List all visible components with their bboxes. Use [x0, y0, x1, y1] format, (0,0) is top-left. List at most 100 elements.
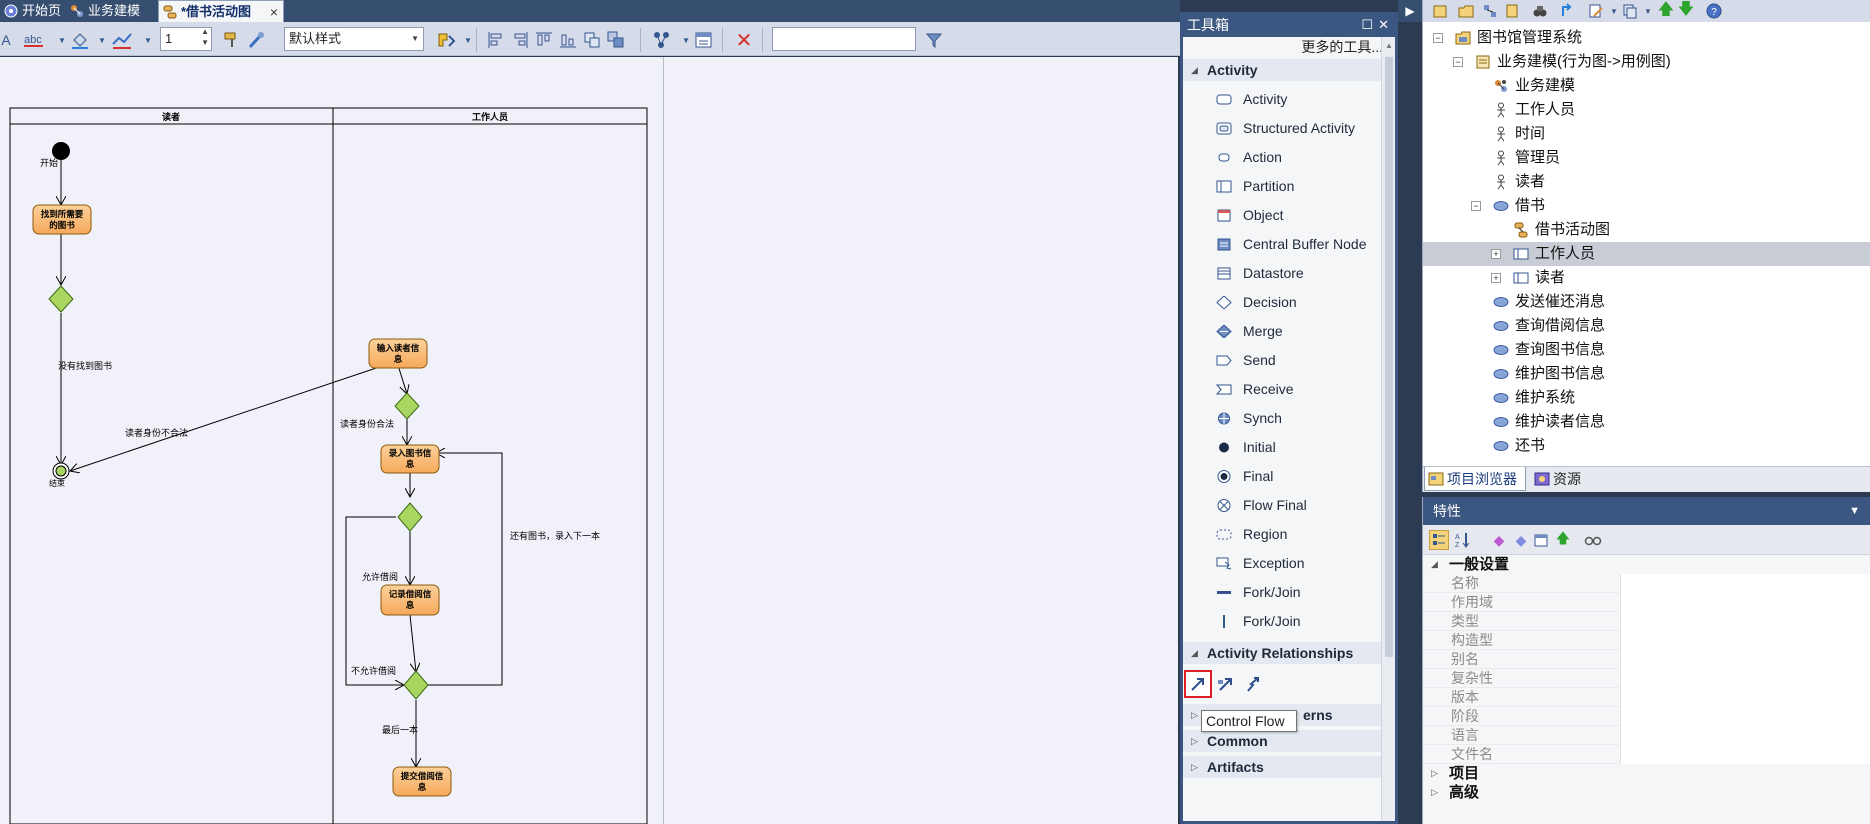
filter-search-input[interactable]: [772, 27, 916, 51]
close-tab-icon[interactable]: ×: [270, 1, 278, 23]
property-row[interactable]: 作用域: [1423, 593, 1870, 612]
toolbox-scrollbar[interactable]: ▲: [1381, 37, 1395, 821]
copy-icon[interactable]: [1621, 2, 1639, 20]
collapse-icon[interactable]: −: [1433, 33, 1443, 43]
tree-node[interactable]: 发送催还消息: [1423, 290, 1870, 314]
dropdown-arrow-icon[interactable]: ▼: [458, 30, 478, 50]
tool-fork-join-vertical[interactable]: Fork/Join: [1183, 607, 1395, 636]
tool-central-buffer[interactable]: Central Buffer Node: [1183, 230, 1395, 259]
dropdown-arrow-icon[interactable]: ▼: [92, 30, 112, 50]
dropdown-arrow-icon[interactable]: ▼: [676, 30, 696, 50]
flow-record-to-merge[interactable]: [409, 614, 416, 672]
tree-node[interactable]: 借书活动图: [1423, 218, 1870, 242]
property-page-icon[interactable]: [1531, 530, 1551, 550]
align-right-icon[interactable]: [510, 30, 530, 50]
bring-to-front-icon[interactable]: [606, 30, 626, 50]
new-diagram-icon[interactable]: [1481, 2, 1499, 20]
collapse-icon[interactable]: −: [1453, 57, 1463, 67]
group-activity-relationships[interactable]: ◢ Activity Relationships: [1183, 642, 1385, 664]
move-up-icon[interactable]: 🡅: [1657, 1, 1675, 20]
group-artifacts[interactable]: ▷ Artifacts: [1183, 756, 1385, 778]
tree-node[interactable]: + 工作人员: [1423, 242, 1870, 266]
decision-found-book[interactable]: [48, 285, 74, 313]
dropdown-arrow-icon[interactable]: ▼: [138, 30, 158, 50]
object-flow-icon[interactable]: [1212, 670, 1240, 698]
property-row[interactable]: 文件名: [1423, 745, 1870, 764]
dropdown-arrow-icon[interactable]: ▼: [52, 30, 72, 50]
categorized-view-icon[interactable]: [1429, 530, 1449, 550]
maximize-icon[interactable]: ☐: [1361, 15, 1373, 35]
tab-business-model[interactable]: 业务建模: [66, 0, 156, 22]
find-icon[interactable]: [1531, 2, 1549, 20]
same-size-icon[interactable]: [582, 30, 602, 50]
align-top-icon[interactable]: [534, 30, 554, 50]
move-up-level-icon[interactable]: [1559, 2, 1577, 20]
tree-node[interactable]: 读者: [1423, 170, 1870, 194]
tree-node[interactable]: 维护图书信息: [1423, 362, 1870, 386]
tool-partition[interactable]: Partition: [1183, 172, 1395, 201]
action-submit-borrow[interactable]: 提交借阅信 息: [392, 766, 452, 797]
more-tools-link[interactable]: 更多的工具...: [1183, 37, 1395, 57]
tab-resources[interactable]: 资源: [1531, 467, 1595, 491]
tool-datastore[interactable]: Datastore: [1183, 259, 1395, 288]
property-row[interactable]: 复杂性: [1423, 669, 1870, 688]
tree-node[interactable]: − 业务建模(行为图->用例图): [1423, 50, 1870, 74]
line-color-icon[interactable]: abc: [22, 30, 50, 50]
interrupt-flow-icon[interactable]: [1240, 670, 1268, 698]
group-common[interactable]: ▷ Common: [1183, 730, 1385, 752]
style-select[interactable]: 默认样式 ▼: [284, 27, 424, 51]
font-color-icon[interactable]: A: [0, 30, 16, 50]
panel-scroll-right-icon[interactable]: ▶: [1398, 0, 1422, 22]
tool-final[interactable]: Final: [1183, 462, 1395, 491]
tool-synch[interactable]: Synch: [1183, 404, 1395, 433]
delete-icon[interactable]: ✕: [734, 30, 754, 52]
property-row[interactable]: 类型: [1423, 612, 1870, 631]
tool-receive[interactable]: Receive: [1183, 375, 1395, 404]
tree-node[interactable]: 时间: [1423, 122, 1870, 146]
property-value-field[interactable]: [1620, 650, 1870, 669]
tab-project-browser[interactable]: 项目浏览器: [1424, 467, 1526, 491]
tool-initial[interactable]: Initial: [1183, 433, 1395, 462]
flow-reader-invalid[interactable]: [70, 361, 395, 471]
tool-fork-join-horizontal[interactable]: Fork/Join: [1183, 578, 1395, 607]
align-left-icon[interactable]: [486, 30, 506, 50]
property-value-field[interactable]: [1620, 726, 1870, 745]
tab-borrow-activity[interactable]: *借书活动图 ×: [158, 0, 284, 22]
property-row[interactable]: 版本: [1423, 688, 1870, 707]
action-enter-reader[interactable]: 输入读者信 息: [368, 338, 428, 369]
edit-icon[interactable]: [1587, 2, 1605, 20]
group-activity[interactable]: ◢ Activity: [1183, 59, 1385, 81]
tree-node[interactable]: − 借书: [1423, 194, 1870, 218]
tree-node[interactable]: 还书: [1423, 434, 1870, 458]
layout-icon[interactable]: [650, 30, 674, 50]
collapse-icon[interactable]: −: [1471, 201, 1481, 211]
expand-icon[interactable]: +: [1491, 249, 1501, 259]
tool-send[interactable]: Send: [1183, 346, 1395, 375]
activity-final-node[interactable]: [52, 462, 70, 480]
format-painter-icon[interactable]: [222, 30, 242, 50]
move-up-icon[interactable]: 🡅: [1553, 530, 1573, 550]
control-flow-icon[interactable]: [1184, 670, 1212, 698]
swimlane-container[interactable]: [9, 107, 648, 824]
fill-color-icon[interactable]: [70, 30, 90, 50]
tool-exception[interactable]: Exception: [1183, 549, 1395, 578]
eyedropper-icon[interactable]: [246, 30, 266, 50]
tree-node[interactable]: 查询图书信息: [1423, 338, 1870, 362]
scrollbar-thumb[interactable]: [1385, 57, 1393, 657]
section-advanced[interactable]: ▷ 高级: [1423, 783, 1870, 802]
expand-icon[interactable]: +: [1491, 273, 1501, 283]
tool-region[interactable]: Region: [1183, 520, 1395, 549]
tool-structured-activity[interactable]: Structured Activity: [1183, 114, 1395, 143]
tree-node[interactable]: + 读者: [1423, 266, 1870, 290]
property-row[interactable]: 阶段: [1423, 707, 1870, 726]
new-element-icon[interactable]: [1503, 2, 1521, 20]
section-general[interactable]: ◢ 一般设置: [1423, 555, 1870, 574]
new-package-icon[interactable]: [1457, 2, 1475, 20]
property-value-field[interactable]: [1620, 631, 1870, 650]
tree-node[interactable]: 维护读者信息: [1423, 410, 1870, 434]
property-value-field[interactable]: [1620, 612, 1870, 631]
tab-start-page[interactable]: 开始页: [0, 0, 62, 22]
tool-decision[interactable]: Decision: [1183, 288, 1395, 317]
scroll-up-icon[interactable]: ▲: [1385, 41, 1393, 50]
help-icon[interactable]: ?: [1705, 2, 1723, 20]
